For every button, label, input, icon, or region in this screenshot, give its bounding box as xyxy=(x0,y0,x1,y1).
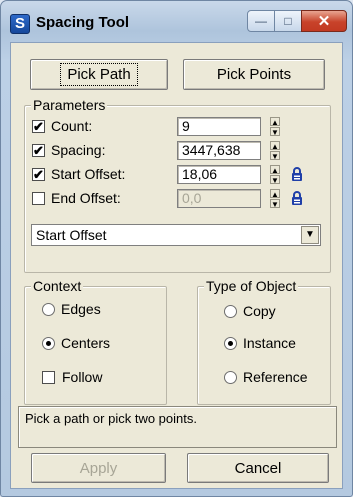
spinner-up-icon[interactable]: ▲ xyxy=(270,165,280,175)
start-offset-label: Start Offset: xyxy=(51,166,126,182)
pick-points-label: Pick Points xyxy=(216,66,292,83)
offset-mode-dropdown[interactable]: Start Offset ▼ xyxy=(31,224,321,246)
reference-label: Reference xyxy=(243,369,308,385)
edges-radio[interactable] xyxy=(42,303,55,316)
start-offset-checkbox[interactable]: ✔ xyxy=(32,168,45,181)
copy-label: Copy xyxy=(243,303,276,319)
start-offset-spinner[interactable]: ▲ ▼ xyxy=(270,165,280,185)
chevron-down-icon[interactable]: ▼ xyxy=(301,226,319,244)
start-offset-lock-icon[interactable] xyxy=(288,165,305,184)
dialog-client: Pick Path Pick Points Parameters ✔ Count… xyxy=(10,42,343,489)
reference-radio[interactable] xyxy=(224,371,237,384)
spinner-up-icon[interactable]: ▲ xyxy=(270,141,280,151)
edges-label: Edges xyxy=(61,301,101,317)
follow-label: Follow xyxy=(62,369,103,385)
status-message: Pick a path or pick two points. xyxy=(18,406,337,448)
minimize-button[interactable]: — xyxy=(247,10,275,32)
pick-path-button[interactable]: Pick Path xyxy=(30,59,168,90)
spacing-label: Spacing: xyxy=(51,142,106,158)
spinner-down-icon[interactable]: ▼ xyxy=(270,127,280,137)
type-of-object-group: Type of Object Copy Instance Reference xyxy=(197,278,331,405)
parameters-legend: Parameters xyxy=(31,97,108,113)
end-offset-spinner[interactable]: ▲ ▼ xyxy=(270,189,280,209)
close-icon: ✕ xyxy=(317,13,331,30)
count-field[interactable]: 9 xyxy=(177,117,261,136)
context-legend: Context xyxy=(31,278,84,294)
follow-checkbox[interactable] xyxy=(42,371,55,384)
dropdown-value: Start Offset xyxy=(36,227,107,243)
pick-points-button[interactable]: Pick Points xyxy=(183,59,325,90)
centers-radio[interactable] xyxy=(42,337,55,350)
count-label: Count: xyxy=(51,118,93,134)
spinner-up-icon[interactable]: ▲ xyxy=(270,117,280,127)
spacing-field[interactable]: 3447,638 xyxy=(177,141,261,160)
app-icon: S xyxy=(10,14,30,34)
context-group: Context Edges Centers Follow xyxy=(24,278,167,405)
end-offset-field[interactable]: 0,0 xyxy=(177,189,261,208)
minimize-icon: — xyxy=(255,14,267,28)
end-offset-lock-icon[interactable] xyxy=(288,189,305,208)
type-of-object-legend: Type of Object xyxy=(204,278,299,294)
cancel-label: Cancel xyxy=(234,459,282,477)
spinner-down-icon[interactable]: ▼ xyxy=(270,199,280,209)
instance-radio[interactable] xyxy=(224,337,237,350)
window-title: Spacing Tool xyxy=(36,14,130,31)
instance-label: Instance xyxy=(243,335,296,351)
spacing-spinner[interactable]: ▲ ▼ xyxy=(270,141,280,161)
title-bar[interactable]: S Spacing Tool — □ ✕ xyxy=(4,4,349,38)
spinner-up-icon[interactable]: ▲ xyxy=(270,189,280,199)
apply-button[interactable]: Apply xyxy=(31,453,166,483)
copy-radio[interactable] xyxy=(224,305,237,318)
pick-path-label: Pick Path xyxy=(60,63,138,86)
status-text: Pick a path or pick two points. xyxy=(25,411,197,426)
cancel-button[interactable]: Cancel xyxy=(187,453,329,483)
centers-label: Centers xyxy=(61,335,111,351)
apply-label: Apply xyxy=(79,459,118,477)
spinner-down-icon[interactable]: ▼ xyxy=(270,151,280,161)
count-spinner[interactable]: ▲ ▼ xyxy=(270,117,280,137)
maximize-icon: □ xyxy=(284,14,292,28)
spacing-checkbox[interactable]: ✔ xyxy=(32,144,45,157)
maximize-button[interactable]: □ xyxy=(274,10,302,32)
spinner-down-icon[interactable]: ▼ xyxy=(270,175,280,185)
count-checkbox[interactable]: ✔ xyxy=(32,120,45,133)
parameters-group: Parameters ✔ Count: 9 ▲ ▼ ✔ Spacing: 344… xyxy=(24,97,331,273)
end-offset-label: End Offset: xyxy=(51,190,121,206)
start-offset-field[interactable]: 18,06 xyxy=(177,165,261,184)
end-offset-checkbox[interactable] xyxy=(32,192,45,205)
close-button[interactable]: ✕ xyxy=(301,10,347,32)
